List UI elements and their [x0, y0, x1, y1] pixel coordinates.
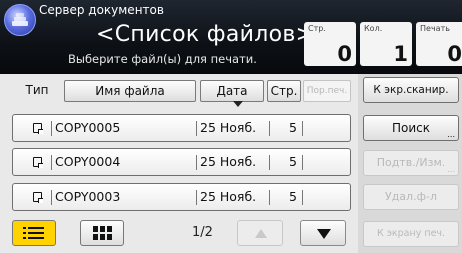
- confirm-edit-label: Подтв./Изм.: [376, 156, 446, 169]
- sort-descending-icon: [233, 101, 243, 107]
- document-server-icon: [4, 4, 36, 36]
- column-type-header: Тип: [25, 83, 49, 97]
- file-row[interactable]: COPY0005 25 Нояб. 5: [12, 114, 351, 142]
- to-scanner-screen-button[interactable]: К экр.сканир.: [363, 77, 459, 103]
- file-pages: 5: [289, 120, 297, 135]
- grid-view-icon: [93, 226, 112, 240]
- list-view-icon: [23, 227, 44, 239]
- pages-counter-value: 0: [337, 42, 352, 66]
- next-page-button[interactable]: [300, 220, 346, 246]
- confirm-edit-button: Подтв./Изм. ...: [363, 150, 459, 176]
- to-print-screen-label: К экрану печ.: [376, 228, 446, 239]
- file-name: COPY0005: [55, 120, 121, 135]
- search-button[interactable]: Поиск ...: [363, 115, 459, 141]
- pages-counter-label: Стр.: [308, 24, 326, 33]
- column-separator: [51, 190, 52, 205]
- page-indicator: 1/2: [192, 225, 213, 240]
- column-separator: [196, 121, 197, 136]
- column-separator: [51, 155, 52, 170]
- screen-instruction: Выберите файл(ы) для печати.: [68, 52, 257, 66]
- column-separator: [302, 121, 303, 136]
- column-separator: [196, 155, 197, 170]
- sort-by-date-button[interactable]: Дата: [200, 80, 264, 102]
- sort-by-pages-button[interactable]: Стр.: [267, 80, 301, 102]
- document-icon: [33, 192, 43, 203]
- print-counter-value: 0: [447, 42, 462, 66]
- copies-counter-label: Кол.: [364, 24, 383, 33]
- more-options-icon: ...: [447, 130, 455, 139]
- file-name: COPY0004: [55, 154, 121, 169]
- file-date: 25 Нояб.: [200, 154, 257, 169]
- print-counter-label: Печать: [420, 24, 450, 33]
- list-view-button[interactable]: [12, 220, 56, 246]
- thumbnail-view-button[interactable]: [80, 220, 124, 246]
- to-print-screen-button: К экрану печ.: [363, 221, 459, 247]
- column-separator: [269, 121, 270, 136]
- delete-file-label: Удал.ф-л: [385, 190, 437, 203]
- to-scanner-screen-label: К экр.сканир.: [373, 84, 449, 96]
- delete-file-button: Удал.ф-л: [363, 184, 459, 210]
- file-pages: 5: [289, 154, 297, 169]
- copies-counter: Кол. 1: [360, 22, 412, 66]
- print-counter: Печать 0: [416, 22, 462, 66]
- sort-by-name-button[interactable]: Имя файла: [64, 80, 196, 102]
- document-icon: [33, 157, 43, 168]
- file-pages: 5: [289, 189, 297, 204]
- file-row[interactable]: COPY0003 25 Нояб. 5: [12, 183, 351, 211]
- search-label: Поиск: [391, 121, 430, 135]
- column-separator: [302, 190, 303, 205]
- sort-by-print-order-button: Пор.печ.: [303, 80, 351, 102]
- file-date: 25 Нояб.: [200, 120, 257, 135]
- arrow-up-icon: [255, 229, 267, 238]
- column-separator: [269, 190, 270, 205]
- document-icon: [33, 123, 43, 134]
- copies-counter-value: 1: [393, 42, 408, 66]
- app-title: Сервер документов: [39, 3, 164, 17]
- pages-counter: Стр. 0: [304, 22, 356, 66]
- column-separator: [269, 155, 270, 170]
- screen-title: <Список файлов>: [96, 22, 315, 47]
- column-separator: [302, 155, 303, 170]
- more-options-icon: ...: [447, 165, 455, 174]
- file-date: 25 Нояб.: [200, 189, 257, 204]
- previous-page-button: [237, 220, 283, 246]
- file-name: COPY0003: [55, 189, 121, 204]
- arrow-down-icon: [317, 229, 331, 239]
- column-separator: [196, 190, 197, 205]
- file-row[interactable]: COPY0004 25 Нояб. 5: [12, 148, 351, 176]
- column-separator: [51, 121, 52, 136]
